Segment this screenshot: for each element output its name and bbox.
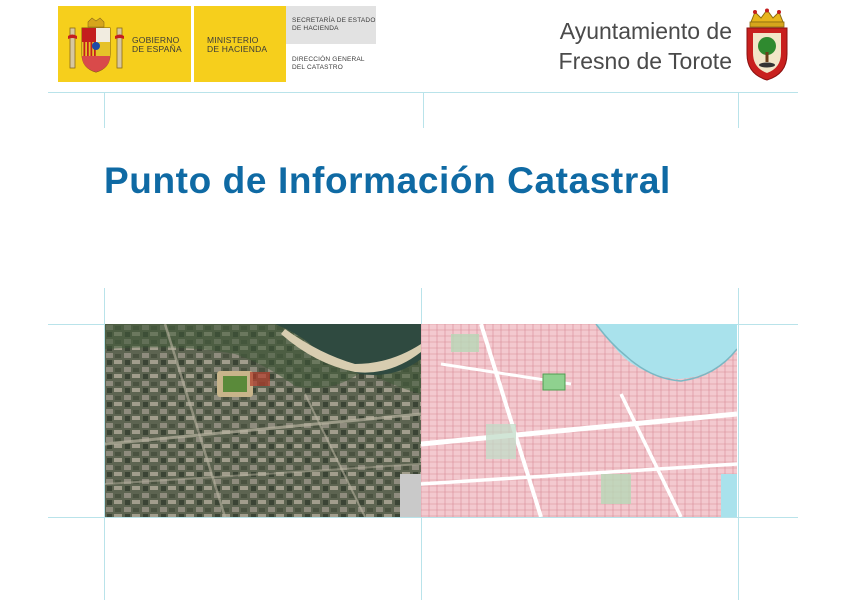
gobierno-ministerio-logo: GOBIERNO DE ESPAÑA MINISTERIO DE HACIEND… [58, 6, 376, 82]
royal-coat-of-arms-icon [68, 17, 124, 73]
gobierno-de-espana-label: GOBIERNO DE ESPAÑA [132, 35, 182, 54]
guide-line [48, 517, 798, 518]
guide-line [738, 92, 739, 128]
guide-line [738, 288, 739, 600]
secretaria-de-estado-label: SECRETARÍA DE ESTADO DE HACIENDA [292, 17, 376, 32]
guide-line [104, 92, 105, 128]
page-title: Punto de Información Catastral [104, 160, 671, 201]
ministerio-de-hacienda-label: MINISTERIO DE HACIENDA [207, 35, 268, 54]
guide-line [423, 92, 424, 128]
municipal-shield-icon [746, 8, 788, 81]
cadastral-map [421, 324, 737, 517]
direccion-general-catastro-label: DIRECCIÓN GENERAL DEL CATASTRO [292, 56, 365, 71]
aerial-orthophoto [105, 324, 421, 517]
ayuntamiento-title: Ayuntamiento de Fresno de Torote [558, 18, 732, 74]
